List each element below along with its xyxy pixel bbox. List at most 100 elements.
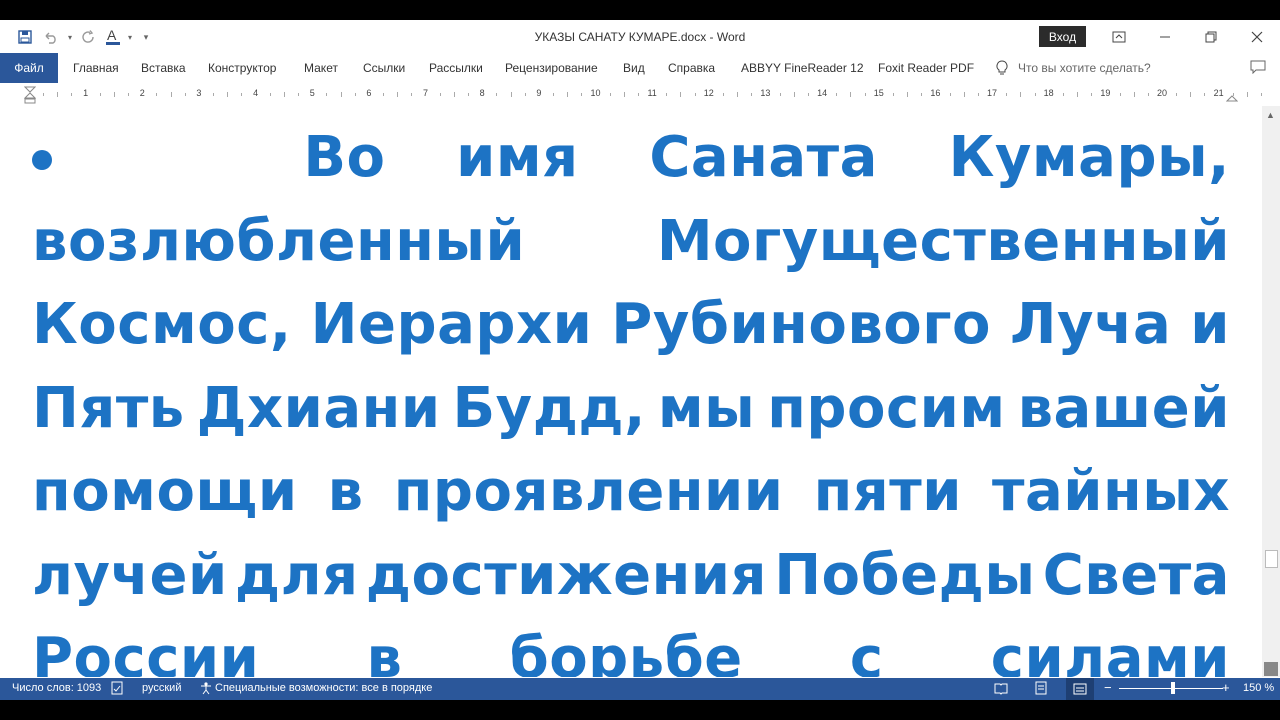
accessibility-icon[interactable]: [199, 681, 213, 695]
ruler-tick: [453, 92, 455, 97]
ruler-tick: [439, 93, 441, 96]
document-line: Космос, Иерархи Рубинового Луча и: [32, 283, 1230, 367]
ruler-tick: [581, 93, 583, 96]
zoom-in-icon[interactable]: +: [1222, 680, 1230, 695]
language[interactable]: русский: [142, 682, 181, 694]
document-word: Рубинового: [611, 292, 991, 357]
ruler-tick: [340, 92, 342, 97]
comments-icon[interactable]: [1250, 60, 1266, 74]
document-word: Во: [303, 125, 386, 190]
tab-home[interactable]: Главная: [73, 53, 119, 83]
tab-design[interactable]: Конструктор: [208, 53, 276, 83]
ruler-tick: [241, 93, 243, 96]
tab-review[interactable]: Рецензирование: [505, 53, 598, 83]
ruler-tick: [666, 93, 668, 96]
tab-foxit[interactable]: Foxit Reader PDF: [878, 53, 974, 83]
ruler-tick: [949, 93, 951, 96]
ruler-tick: [1190, 92, 1192, 97]
read-mode-icon[interactable]: [994, 681, 1008, 695]
ruler-tick: [779, 93, 781, 96]
word-count[interactable]: Число слов: 1093: [12, 682, 101, 694]
font-color-icon[interactable]: A: [104, 27, 122, 47]
proofing-icon[interactable]: [111, 681, 125, 695]
ruler-tick: [113, 92, 115, 97]
ruler-number: 3: [196, 88, 202, 98]
accessibility-status[interactable]: Специальные возможности: все в порядке: [215, 682, 432, 694]
ruler-number: 4: [253, 88, 259, 98]
tab-abbyy[interactable]: ABBYY FineReader 12: [741, 53, 864, 83]
ruler-tick: [737, 92, 739, 97]
screen-bottom-edge: [0, 700, 1280, 720]
ruler-tick: [793, 92, 795, 97]
ruler-number: 7: [423, 88, 429, 98]
ruler-number: 2: [139, 88, 145, 98]
ruler-tick: [57, 92, 59, 97]
document-word: Будд,: [452, 375, 646, 441]
ruler-number: 11: [647, 88, 657, 98]
ruler-number: 16: [930, 88, 941, 98]
tab-layout[interactable]: Макет: [304, 53, 338, 83]
status-bar: Число слов: 1093 русский Специальные воз…: [0, 678, 1280, 700]
ruler-tick: [609, 93, 611, 96]
ruler-tick: [1261, 93, 1263, 96]
ruler-tick: [694, 93, 696, 96]
ruler-tick: [907, 92, 909, 97]
zoom-out-icon[interactable]: −: [1104, 680, 1112, 695]
ruler-tick: [326, 93, 328, 96]
ruler-tick: [156, 93, 158, 96]
zoom-level[interactable]: 150 %: [1243, 682, 1274, 694]
tab-mailings[interactable]: Рассылки: [429, 53, 483, 83]
horizontal-ruler[interactable]: 1 2 3 4 5 6 7 8 9 10 11 12 13 14 15 16 17 18 19 20 21: [0, 86, 1264, 104]
tab-references[interactable]: Ссылки: [363, 53, 405, 83]
ruler-tick: [213, 93, 215, 96]
ruler-tick: [864, 93, 866, 96]
ruler-tick: [411, 93, 413, 96]
undo-dropdown-icon[interactable]: ▾: [66, 27, 74, 47]
ribbon-display-options-icon[interactable]: [1096, 20, 1142, 53]
ruler-tick: [1133, 92, 1135, 97]
lightbulb-icon: [996, 60, 1008, 75]
ruler-tick: [1062, 93, 1064, 96]
undo-icon[interactable]: [40, 27, 62, 47]
scroll-up-icon[interactable]: ▲: [1266, 110, 1275, 120]
font-color-dropdown-icon[interactable]: ▾: [126, 27, 134, 47]
document-word: Космос,: [32, 292, 292, 357]
tell-me-box[interactable]: Что вы хотите сделать?: [996, 53, 1151, 83]
ruler-tick: [43, 93, 45, 96]
ruler-tick: [807, 93, 809, 96]
scroll-thumb[interactable]: [1265, 550, 1278, 568]
document-word: силами: [990, 626, 1230, 677]
customize-icon[interactable]: ▾: [138, 27, 154, 47]
indent-marker-icon[interactable]: [24, 86, 36, 104]
print-layout-icon[interactable]: [1034, 681, 1048, 695]
document-word: Могущественный: [656, 208, 1230, 274]
ruler-tick: [1176, 93, 1178, 96]
ruler-tick: [1006, 93, 1008, 96]
ruler-tick: [1034, 93, 1036, 96]
document-word: в: [327, 459, 364, 524]
scroll-down-icon[interactable]: [1264, 662, 1278, 676]
ruler-tick: [99, 93, 101, 96]
ruler-tick: [977, 93, 979, 96]
minimize-icon[interactable]: [1142, 20, 1188, 53]
ruler-tick: [184, 93, 186, 96]
restore-icon[interactable]: [1188, 20, 1234, 53]
vertical-scrollbar[interactable]: ▲: [1262, 106, 1280, 677]
ruler-tick: [510, 92, 512, 97]
zoom-slider-thumb[interactable]: [1171, 682, 1175, 694]
ruler-number: 5: [309, 88, 315, 98]
ruler-tick: [1147, 93, 1149, 96]
sign-in-button[interactable]: Вход: [1039, 26, 1086, 47]
tell-me-placeholder: Что вы хотите сделать?: [1018, 61, 1151, 75]
tab-view[interactable]: Вид: [623, 53, 645, 83]
redo-icon[interactable]: [78, 27, 100, 47]
document-line: помощи в проявлении пяти тайных: [32, 450, 1230, 534]
tab-help[interactable]: Справка: [668, 53, 715, 83]
document-paragraph[interactable]: Во имя Саната Кумары, возлюбленный Могуществе…: [32, 116, 1230, 677]
close-icon[interactable]: [1234, 20, 1280, 53]
document-canvas[interactable]: Во имя Саната Кумары, возлюбленный Могуществе…: [0, 106, 1262, 677]
save-icon[interactable]: [14, 27, 36, 47]
tab-insert[interactable]: Вставка: [141, 53, 186, 83]
web-layout-button[interactable]: [1066, 678, 1094, 700]
tab-file[interactable]: Файл: [0, 53, 58, 83]
